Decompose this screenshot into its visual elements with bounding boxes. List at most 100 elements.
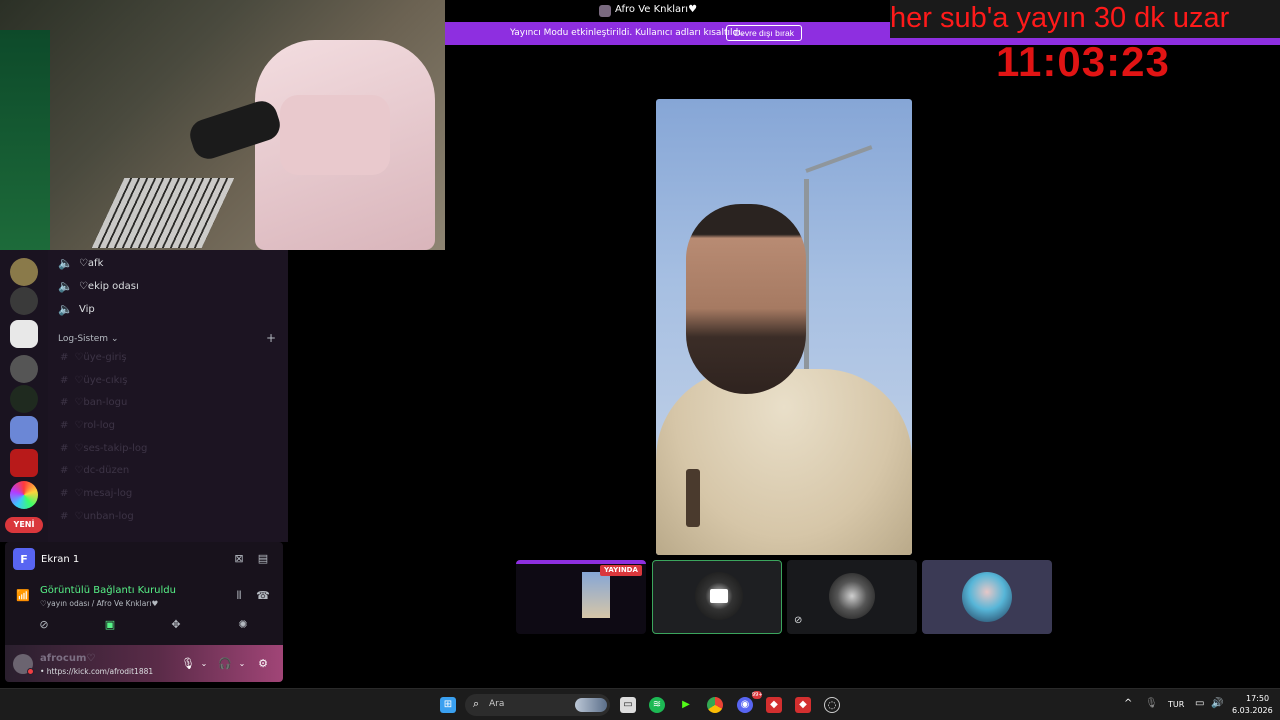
disable-streamer-mode-button[interactable]: Devre dışı bırak: [726, 25, 802, 41]
participant-tile[interactable]: [922, 560, 1052, 634]
hash-icon: #: [60, 465, 69, 476]
hash-icon: #: [60, 488, 69, 499]
obs-icon[interactable]: ◌: [824, 697, 840, 713]
connection-channel[interactable]: ♡yayın odası / Afro Ve Knkları♥: [40, 599, 158, 608]
screen-avatar: F: [13, 548, 35, 570]
activities-icon[interactable]: ✥: [168, 617, 184, 633]
participant-tile-active[interactable]: [652, 560, 782, 634]
status-dot: [27, 668, 34, 675]
live-badge: YAYINDA: [600, 565, 642, 576]
clock-date[interactable]: 6.03.2026: [1232, 706, 1273, 715]
voice-channel-afk[interactable]: 🔈 ♡afk: [58, 253, 103, 273]
microphone-icon[interactable]: 🎙: [180, 656, 196, 672]
channel-label: ♡mesaj-log: [74, 488, 133, 499]
speaker-icon: 🔈: [58, 279, 73, 293]
soundboard-icon[interactable]: ✺: [235, 617, 251, 633]
hash-icon: #: [60, 511, 69, 522]
text-channel[interactable]: # ♡üye-cıkış: [60, 375, 127, 386]
server-icon-3[interactable]: [10, 320, 38, 348]
voice-channel-vip[interactable]: 🔈 Vip: [58, 299, 95, 319]
server-title: Afro Ve Knkları♥: [615, 4, 698, 15]
chevron-down-icon[interactable]: ⌄: [234, 656, 250, 672]
text-channel[interactable]: # ♡unban-log: [60, 511, 134, 522]
text-channel[interactable]: # ♡mesaj-log: [60, 488, 132, 499]
stop-stream-icon[interactable]: ⊠: [231, 551, 247, 567]
app-icon[interactable]: ◆: [795, 697, 811, 713]
channel-label: ♡üye-giriş: [74, 352, 127, 363]
participant-tile-stream[interactable]: YAYINDA: [516, 560, 646, 634]
stream-settings-icon[interactable]: ▤: [255, 551, 271, 567]
network-icon[interactable]: ▭: [1195, 698, 1204, 709]
chrome-icon[interactable]: [707, 697, 723, 713]
category-label: Log-Sistem: [58, 334, 109, 344]
channel-label: ♡üye-cıkış: [74, 375, 128, 386]
hash-icon: #: [60, 420, 69, 431]
camera-off-icon[interactable]: ⊘: [36, 617, 52, 633]
microphone-icon[interactable]: 🎙: [1145, 698, 1158, 709]
screen-label: Ekran 1: [41, 553, 80, 565]
chevron-down-icon: ⌄: [110, 334, 119, 344]
monitor-image: [0, 30, 50, 250]
camera-icon: [710, 589, 728, 603]
username[interactable]: afrocum♡: [40, 653, 95, 664]
add-channel-icon[interactable]: +: [266, 331, 276, 345]
category-log-sistem[interactable]: Log-Sistem ⌄: [58, 334, 118, 344]
voice-controls: ⊘ ▣ ✥ ✺: [5, 614, 283, 640]
connection-status[interactable]: Görüntülü Bağlantı Kuruldu: [40, 585, 176, 596]
server-icon-5[interactable]: [10, 385, 38, 413]
hash-icon: #: [60, 397, 69, 408]
noise-suppression-icon[interactable]: ⦀: [231, 588, 247, 604]
text-channel[interactable]: # ♡ban-logu: [60, 397, 127, 408]
hash-icon: #: [60, 375, 69, 386]
server-icon-4[interactable]: [10, 355, 38, 383]
participant-tile[interactable]: ⊘: [787, 560, 917, 634]
zipper-image: [686, 469, 700, 527]
app-icon[interactable]: ◆: [766, 697, 782, 713]
chevron-up-icon[interactable]: ^: [1124, 698, 1132, 709]
new-badge: YENİ: [5, 517, 43, 533]
disconnect-icon[interactable]: ☎: [255, 588, 271, 604]
avatar: [962, 572, 1012, 622]
text-channel[interactable]: # ♡dc-düzen: [60, 465, 129, 476]
chair-pillow-image: [280, 95, 390, 175]
discord-icon[interactable]: ◉: [737, 697, 753, 713]
server-icon-8[interactable]: [10, 481, 38, 509]
server-icon-1[interactable]: [10, 258, 38, 286]
spotify-icon[interactable]: ≋: [649, 697, 665, 713]
channel-label: ♡unban-log: [74, 511, 134, 522]
kick-icon[interactable]: ▶: [678, 697, 694, 713]
chevron-down-icon[interactable]: ⌄: [196, 656, 212, 672]
channel-label: ♡rol-log: [74, 420, 115, 431]
server-icon-7[interactable]: [10, 449, 38, 477]
camera-off-icon: ⊘: [794, 615, 803, 626]
stream-timer: 11:03:23: [996, 38, 1170, 85]
volume-icon[interactable]: 🔊: [1211, 698, 1223, 709]
voice-channel-ekip-odasi[interactable]: 🔈 ♡ekip odası: [58, 276, 139, 296]
sub-text: her sub'a yayın 30 dk uzar: [890, 2, 1230, 34]
share-screen-icon[interactable]: ▣: [102, 617, 118, 633]
main-video-feed[interactable]: [656, 99, 912, 555]
text-channel[interactable]: # ♡üye-giriş: [60, 352, 127, 363]
language-indicator[interactable]: TUR: [1168, 700, 1184, 709]
channel-list: 🔈 ♡afk 🔈 ♡ekip odası 🔈 Vip Log-Sistem ⌄ …: [48, 250, 288, 542]
keyboard-image: [91, 178, 235, 248]
notification-badge: 99+: [752, 691, 763, 699]
server-icon-2[interactable]: [10, 287, 38, 315]
taskbar: ⊞ ⌕ Ara ▭ ≋ ▶ ◉ 99+ ◆ ◆ ◌ ^ 🎙 TUR ▭ 🔊 17…: [0, 688, 1280, 720]
search-input[interactable]: ⌕ Ara: [465, 694, 610, 716]
task-view-icon[interactable]: ▭: [620, 697, 636, 713]
stream-preview-image: [582, 572, 610, 618]
speaker-icon: 🔈: [58, 256, 73, 270]
text-channel[interactable]: # ♡ses-takip-log: [60, 443, 147, 454]
street-lamp-arm-image: [805, 145, 873, 173]
headphones-icon[interactable]: 🎧: [217, 656, 233, 672]
hash-icon: #: [60, 352, 69, 363]
channel-label: ♡afk: [78, 257, 104, 269]
search-label: Ara: [489, 699, 505, 709]
windows-start-icon[interactable]: ⊞: [440, 697, 456, 713]
server-icon-6[interactable]: [10, 416, 38, 444]
clock-time[interactable]: 17:50: [1246, 694, 1269, 703]
channel-label: Vip: [78, 303, 95, 315]
text-channel[interactable]: # ♡rol-log: [60, 420, 115, 431]
gear-icon[interactable]: ⚙: [255, 656, 271, 672]
